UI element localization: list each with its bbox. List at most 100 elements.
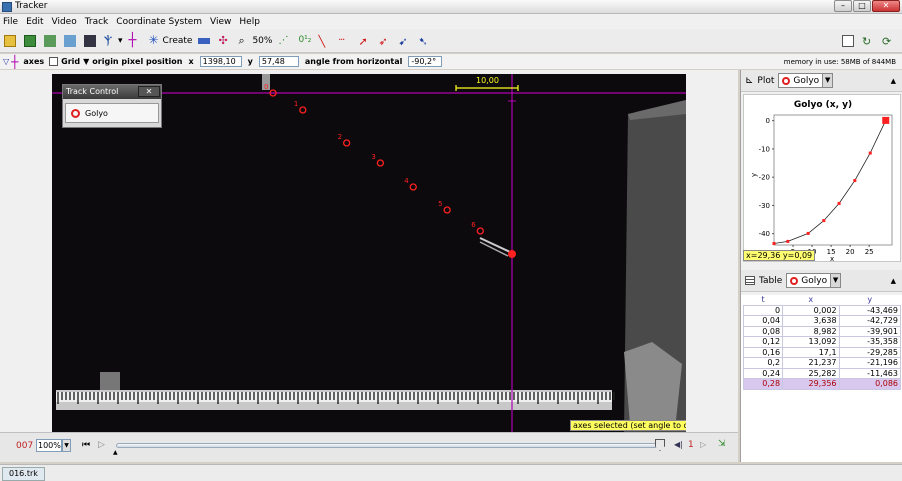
cell-y[interactable]: -39,901 bbox=[838, 325, 902, 337]
plot-point[interactable] bbox=[822, 219, 826, 223]
track-control-close-icon[interactable]: ✕ bbox=[138, 86, 160, 97]
table-row-selected[interactable]: 0,28 29,356 0,086 bbox=[742, 378, 902, 390]
cell-x[interactable]: 17,1 bbox=[782, 346, 840, 358]
table-tab-label[interactable]: Table bbox=[759, 276, 782, 286]
plot-area[interactable]: Golyo (x, y) y x 0-10-20-30-40510152025 bbox=[743, 94, 902, 263]
help-button[interactable]: ⟳ bbox=[882, 32, 896, 50]
table-row[interactable]: 0,2 21,237 -21,196 bbox=[742, 357, 902, 369]
track-button-golyo[interactable]: Golyo bbox=[65, 103, 159, 123]
cell-y[interactable]: -42,729 bbox=[838, 315, 902, 327]
labels-button[interactable]: 0¹₂ bbox=[298, 32, 312, 50]
export-button[interactable] bbox=[64, 32, 78, 50]
cell-x[interactable]: 21,237 bbox=[782, 357, 840, 369]
cell-x[interactable]: 29,356 bbox=[782, 378, 840, 390]
save-button[interactable] bbox=[24, 32, 38, 50]
ruler-button[interactable] bbox=[198, 32, 212, 50]
plot-tab-label[interactable]: Plot bbox=[757, 76, 774, 86]
plot-point[interactable] bbox=[837, 201, 841, 205]
create-button[interactable]: ✳ Create bbox=[149, 32, 193, 50]
plot-point[interactable] bbox=[806, 231, 810, 235]
track-point[interactable] bbox=[409, 183, 417, 191]
cell-y[interactable]: -11,463 bbox=[838, 367, 902, 379]
plot-svg[interactable]: Golyo (x, y) y x 0-10-20-30-40510152025 bbox=[744, 95, 902, 263]
plot-point[interactable] bbox=[786, 239, 790, 243]
track-control-titlebar[interactable]: Track Control ✕ bbox=[63, 85, 161, 99]
track-point[interactable] bbox=[299, 106, 307, 114]
menu-file[interactable]: File bbox=[3, 17, 18, 27]
track-point[interactable] bbox=[476, 227, 484, 235]
menu-edit[interactable]: Edit bbox=[26, 17, 43, 27]
menu-help[interactable]: Help bbox=[239, 17, 260, 27]
cell-y[interactable]: -43,469 bbox=[838, 304, 902, 316]
table-row[interactable]: 0 0,002 -43,469 bbox=[742, 304, 902, 316]
origin-x-field[interactable]: 1398,10 bbox=[199, 56, 242, 67]
autotracker-button[interactable]: ✣ bbox=[218, 32, 232, 50]
plot-collapse-icon[interactable]: ▲ bbox=[891, 77, 896, 85]
menu-track[interactable]: Track bbox=[85, 17, 109, 27]
axes-dropdown-icon[interactable]: ▽ bbox=[3, 57, 9, 66]
slider-start-marker[interactable]: ▲ bbox=[113, 449, 118, 456]
step-size[interactable]: 1 bbox=[688, 440, 694, 450]
track-point[interactable] bbox=[343, 139, 351, 147]
cell-y[interactable]: 0,086 bbox=[838, 378, 902, 390]
menu-coordinate-system[interactable]: Coordinate System bbox=[116, 17, 202, 27]
xmass-button[interactable]: ➹ bbox=[398, 32, 412, 50]
notes-button[interactable] bbox=[842, 32, 856, 50]
cell-y[interactable]: -21,196 bbox=[838, 357, 902, 369]
table-row[interactable]: 0,12 13,092 -35,358 bbox=[742, 336, 902, 348]
track-point[interactable] bbox=[443, 206, 451, 214]
path-button[interactable]: ╲ bbox=[318, 32, 332, 50]
plot-point-selected[interactable] bbox=[882, 116, 890, 124]
cell-t[interactable]: 0,08 bbox=[742, 325, 784, 337]
slider-thumb[interactable] bbox=[655, 439, 665, 451]
cell-x[interactable]: 3,638 bbox=[782, 315, 840, 327]
cell-t[interactable]: 0,04 bbox=[742, 315, 784, 327]
calibration-button[interactable]: Ⲯ ▾ bbox=[104, 32, 123, 50]
cell-x[interactable]: 13,092 bbox=[782, 336, 840, 348]
minimize-button[interactable]: – bbox=[834, 0, 852, 12]
trails-button[interactable]: ⋰ bbox=[278, 32, 292, 50]
cell-t[interactable]: 0,16 bbox=[742, 346, 784, 358]
refresh-button[interactable]: ↻ bbox=[862, 32, 876, 50]
cell-y[interactable]: -35,358 bbox=[838, 336, 902, 348]
plot-track-dropdown[interactable]: ▼ bbox=[823, 73, 834, 88]
step-forward-icon[interactable]: ▷ bbox=[700, 440, 706, 449]
loop-icon[interactable]: ⇲ bbox=[718, 439, 726, 449]
frame-number[interactable]: 007 bbox=[16, 441, 33, 451]
cell-x[interactable]: 25,282 bbox=[782, 367, 840, 379]
table-collapse-icon[interactable]: ▲ bbox=[891, 277, 896, 285]
measure-button[interactable]: ➷ bbox=[418, 32, 432, 50]
menu-video[interactable]: Video bbox=[52, 17, 77, 27]
track-control-window[interactable]: Track Control ✕ Golyo bbox=[62, 84, 162, 128]
acceleration-button[interactable]: ➶ bbox=[378, 32, 392, 50]
zoom-button[interactable]: ⌕ 50% bbox=[238, 32, 272, 50]
grid-dropdown-icon[interactable]: ▼ bbox=[83, 57, 89, 66]
table-track-dropdown[interactable]: ▼ bbox=[831, 273, 842, 288]
angle-field[interactable]: -90,2° bbox=[408, 56, 443, 67]
column-header-t[interactable]: t bbox=[744, 295, 783, 305]
grid-checkbox[interactable] bbox=[49, 57, 59, 66]
cell-x[interactable]: 0,002 bbox=[782, 304, 840, 316]
cell-t[interactable]: 0 bbox=[742, 304, 784, 316]
velocity-button[interactable]: ➚ bbox=[358, 32, 372, 50]
axes-toggle-button[interactable]: ┼ bbox=[129, 32, 143, 50]
table-row[interactable]: 0,16 17,1 -29,285 bbox=[742, 346, 902, 358]
play-icon[interactable]: ▷ bbox=[98, 440, 105, 450]
table-track-selector[interactable]: Golyo bbox=[786, 273, 832, 288]
plot-track-selector[interactable]: Golyo bbox=[778, 73, 824, 88]
plot-point[interactable] bbox=[772, 241, 776, 245]
cell-t[interactable]: 0,28 bbox=[742, 378, 784, 390]
column-header-x[interactable]: x bbox=[783, 295, 839, 305]
table-row[interactable]: 0,04 3,638 -42,729 bbox=[742, 315, 902, 327]
track-point[interactable] bbox=[376, 159, 385, 167]
menu-view[interactable]: View bbox=[210, 17, 231, 27]
track-point-selected[interactable] bbox=[508, 250, 516, 258]
file-tab[interactable]: 016.trk bbox=[2, 467, 45, 481]
plot-point[interactable] bbox=[853, 179, 857, 183]
maximize-button[interactable]: □ bbox=[853, 0, 871, 12]
track-points[interactable]: 0 1 2 3 4 5 6 bbox=[264, 83, 516, 258]
step-back-icon[interactable]: ◀| bbox=[674, 440, 683, 449]
cell-x[interactable]: 8,982 bbox=[782, 325, 840, 337]
go-to-start-icon[interactable]: ⏮ bbox=[82, 440, 90, 450]
positions-button[interactable]: ⵈ bbox=[338, 32, 352, 50]
